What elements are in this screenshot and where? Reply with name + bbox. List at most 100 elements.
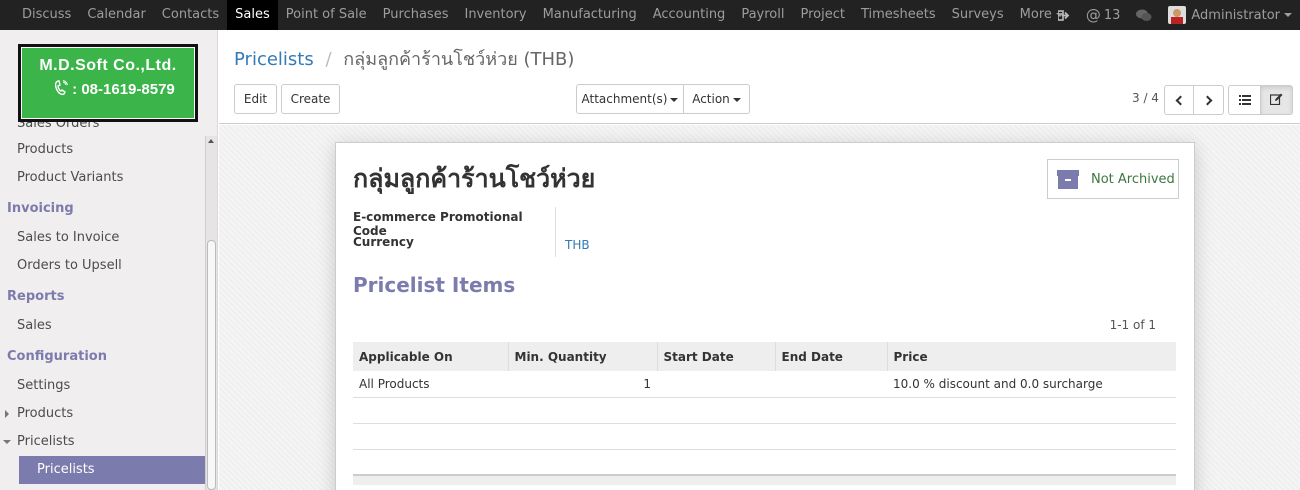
cell-applicable-on: All Products [353,371,508,398]
attachments-label: Attachment(s) [581,92,668,106]
breadcrumb-pricelists-link[interactable]: Pricelists [234,49,314,70]
app-surveys[interactable]: Surveys [944,0,1012,30]
column-end-date[interactable]: End Date [774,342,887,371]
record-fields: E-commerce Promotional Code Currency THB [353,207,590,257]
user-name: Administrator [1191,7,1280,23]
control-panel: Pricelists / กลุ่มลูกค้าร้านโชว์ห่วย (TH… [219,30,1300,124]
sidebar-item-sales-report[interactable]: Sales [0,312,205,340]
action-label: Action [692,92,730,106]
create-button[interactable]: Create [281,84,340,114]
sidebar-header-configuration: Configuration [7,349,107,364]
cell-start-date [657,371,775,398]
toggle-archive-button[interactable]: Not Archived [1047,159,1179,199]
caret-down-icon [1284,13,1292,17]
sidebar-header-invoicing: Invoicing [7,201,74,216]
field-currency: Currency THB [353,232,590,257]
app-payroll[interactable]: Payroll [733,0,792,30]
company-phone: : 08-1619-8579 [72,81,175,98]
sidebar-item-label: Pricelists [17,434,75,449]
scroll-up-icon[interactable] [208,139,214,143]
record-title: กลุ่มลูกค้าร้านโชว์ห่วย [353,164,596,193]
sidebar-item-orders-to-upsell[interactable]: Orders to Upsell [0,252,205,280]
app-discuss[interactable]: Discuss [14,0,79,30]
avatar [1168,6,1187,24]
form-content-area: กลุ่มลูกค้าร้านโชว์ห่วย Not Archived E-c… [219,125,1300,490]
cell-min-quantity: 1 [508,371,657,398]
archive-status-label: Not Archived [1091,171,1175,187]
archive-icon [1057,169,1079,189]
cell-end-date [775,371,887,398]
company-name: M.D.Soft Co.,Ltd. [39,57,177,74]
chevron-right-icon [1202,95,1212,106]
form-view-button[interactable] [1260,85,1293,115]
field-value-ecommerce-code [556,207,565,232]
table-header-row: Applicable On Min. Quantity Start Date E… [353,342,1176,371]
list-view-button[interactable] [1228,85,1261,115]
sidebar-item-config-pricelists[interactable]: Pricelists [0,428,205,456]
sign-out-icon[interactable] [1057,9,1070,21]
record-pager-value[interactable]: 3 / 4 [1132,91,1159,105]
systray: @ 13 Administrator [1042,0,1292,30]
caret-down-icon [670,97,679,102]
form-sheet: กลุ่มลูกค้าร้านโชว์ห่วย Not Archived E-c… [335,142,1195,490]
app-contacts[interactable]: Contacts [154,0,227,30]
app-point-of-sale[interactable]: Point of Sale [278,0,375,30]
action-dropdown[interactable]: Action [683,84,750,114]
cell-price: 10.0 % discount and 0.0 surcharge [887,371,1176,398]
sidebar-subitem-pricelists[interactable]: Pricelists [19,456,205,484]
sidebar-item-product-variants[interactable]: Product Variants [0,164,205,192]
column-price[interactable]: Price [886,342,1176,371]
sidebar-menu: Sales Orders Products Product Variants I… [0,122,205,484]
attachments-dropdown[interactable]: Attachment(s) [576,84,684,114]
edit-form-icon [1269,93,1283,106]
field-ecommerce-code: E-commerce Promotional Code [353,207,590,238]
sidebar-item-settings[interactable]: Settings [0,372,205,400]
phone-icon [54,80,68,96]
app-timesheets[interactable]: Timesheets [853,0,944,30]
column-start-date[interactable]: Start Date [656,342,775,371]
sidebar-item-sales-to-invoice[interactable]: Sales to Invoice [0,224,205,252]
sidebar-item-sales-orders[interactable]: Sales Orders [0,122,205,136]
sidebar-header-reports: Reports [7,289,65,304]
company-logo[interactable]: M.D.Soft Co.,Ltd. : 08-1619-8579 [18,44,198,122]
list-pager[interactable]: 1-1 of 1 [1110,318,1156,332]
edit-button[interactable]: Edit [234,84,277,114]
company-phone-line: : 08-1619-8579 [54,80,194,98]
app-inventory[interactable]: Inventory [456,0,534,30]
caret-down-icon [3,440,11,444]
app-menu: Discuss Calendar Contacts Sales Point of… [14,0,1072,30]
app-manufacturing[interactable]: Manufacturing [535,0,645,30]
table-row[interactable]: All Products 1 10.0 % discount and 0.0 s… [353,371,1176,398]
sidebar-scrollbar[interactable] [205,136,217,490]
mentions-button[interactable]: @ 13 [1086,6,1121,24]
field-label: Currency [353,232,556,257]
pricelist-items-table: Applicable On Min. Quantity Start Date E… [353,342,1176,485]
breadcrumb: Pricelists / กลุ่มลูกค้าร้านโชว์ห่วย (TH… [234,44,574,73]
caret-down-icon [732,97,741,102]
user-menu[interactable]: Administrator [1168,6,1292,24]
sidebar: Sales Orders Products Product Variants I… [0,30,218,490]
app-accounting[interactable]: Accounting [645,0,734,30]
sidebar-item-label: Products [17,406,74,421]
breadcrumb-current: กลุ่มลูกค้าร้านโชว์ห่วย (THB) [343,49,575,70]
field-label: E-commerce Promotional Code [353,207,556,238]
app-calendar[interactable]: Calendar [79,0,153,30]
table-footer-row [353,474,1176,485]
column-min-quantity[interactable]: Min. Quantity [507,342,657,371]
section-title: Pricelist Items [353,273,516,297]
scrollbar-thumb[interactable] [207,240,216,490]
app-project[interactable]: Project [792,0,852,30]
sidebar-item-config-products[interactable]: Products [0,400,205,428]
pager-next-button[interactable] [1193,85,1224,115]
empty-row [353,397,1176,424]
top-navbar: Discuss Calendar Contacts Sales Point of… [0,0,1300,30]
chat-icon[interactable] [1136,9,1152,22]
currency-link[interactable]: THB [556,232,590,257]
sidebar-item-products[interactable]: Products [0,136,205,164]
column-applicable-on[interactable]: Applicable On [353,342,508,371]
app-purchases[interactable]: Purchases [375,0,457,30]
company-logo-inner: M.D.Soft Co.,Ltd. : 08-1619-8579 [21,47,195,119]
breadcrumb-separator: / [325,49,332,70]
app-sales[interactable]: Sales [227,0,278,30]
pager-previous-button[interactable] [1164,85,1194,115]
